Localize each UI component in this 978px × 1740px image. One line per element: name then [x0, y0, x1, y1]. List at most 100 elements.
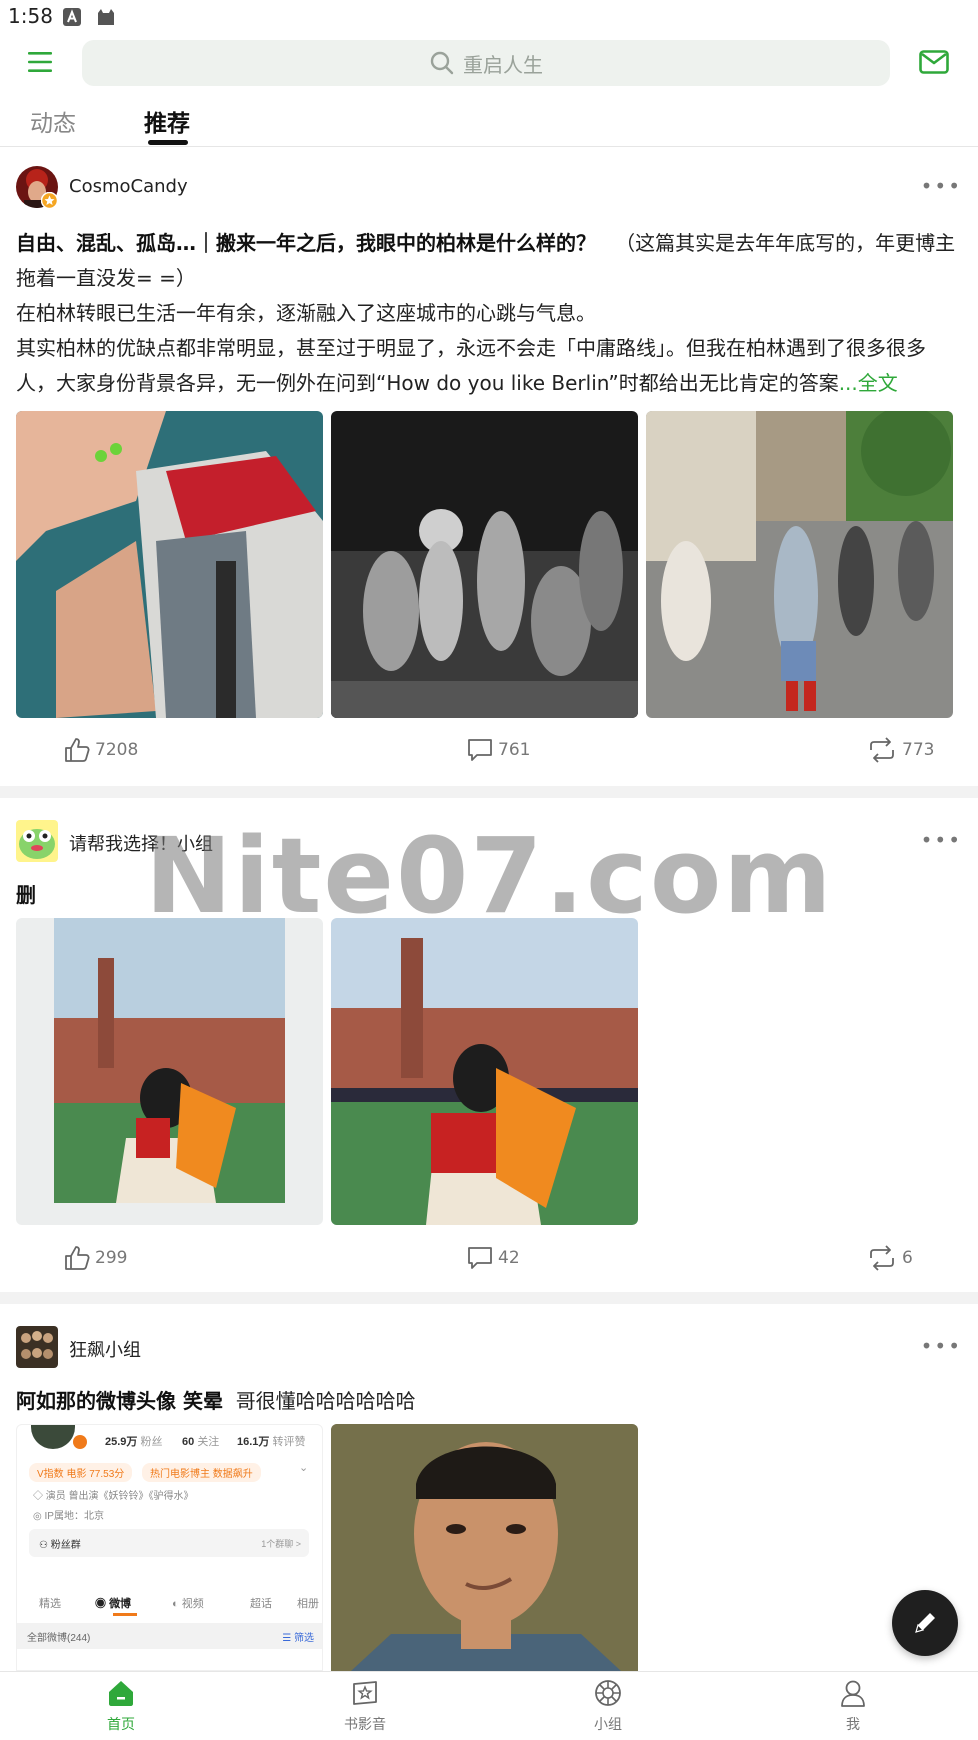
profile-tab-supertopic: 超话 [250, 1598, 272, 1610]
following-count: 60 [182, 1436, 195, 1448]
group-avatar[interactable] [16, 820, 58, 862]
v-index-tag: V指数 电影 77.53分 [29, 1463, 133, 1482]
active-tab-indicator [148, 140, 188, 145]
search-input[interactable]: 重启人生 [82, 40, 890, 86]
post-title: 自由、混乱、孤岛…｜搬来一年之后，我眼中的柏林是什么样的？ [16, 231, 596, 255]
repost-icon [870, 737, 894, 763]
comment-count: 42 [498, 1248, 520, 1268]
comment-button[interactable]: 42 [466, 1244, 520, 1272]
repost-icon [870, 1245, 894, 1271]
repost-button[interactable]: 6 [866, 1244, 913, 1272]
tab-dynamic[interactable]: 动态 [30, 104, 76, 138]
nav-books-label: 书影音 [344, 1717, 386, 1733]
ip-location: IP属地：北京 [44, 1511, 104, 1522]
home-icon [109, 1681, 133, 1706]
verified-v-icon [73, 1435, 87, 1449]
keyboard-a-icon [63, 8, 81, 26]
post-header: CosmoCandy ••• [16, 166, 962, 209]
status-bar: 1:58 [0, 0, 978, 32]
nav-books-movies-music[interactable]: 书影音 [305, 1678, 425, 1734]
feed-post[interactable]: CosmoCandy ••• 自由、混乱、孤岛…｜搬来一年之后，我眼中的柏林是什… [0, 166, 978, 776]
post-body-line: 在柏林转眼已生活一年有余，逐渐融入了这座城市的心跳与气息。 [16, 301, 596, 325]
hamburger-icon [28, 52, 52, 72]
more-options-button[interactable]: ••• [921, 828, 962, 852]
actor-info: 演员 曾出演《妖铃铃》《驴得水》 [45, 1491, 194, 1502]
more-options-button[interactable]: ••• [921, 174, 962, 198]
post-body-line: 其实柏林的优缺点都非常明显，甚至过于明显了，永远不会走「中庸路线」。但我在柏林遇… [16, 336, 926, 395]
author-name[interactable]: CosmoCandy [69, 176, 188, 197]
post-image[interactable]: 25.9万 粉丝 60 关注 16.1万 转评赞 V指数 电影 77.53分 热… [16, 1424, 323, 1671]
cat-icon [98, 9, 114, 25]
compose-button[interactable] [892, 1590, 958, 1656]
feed-tabs: 动态 推荐 [0, 92, 978, 147]
post-body: 删 [16, 883, 36, 907]
profile-tab-featured: 精选 [39, 1598, 61, 1610]
post-text: 阿如那的微博头像 笑晕 哥很懂哈哈哈哈哈哈 [16, 1384, 962, 1419]
post-divider [0, 786, 978, 798]
mail-icon [919, 50, 949, 74]
like-button[interactable]: 299 [63, 1244, 127, 1272]
status-time: 1:58 [8, 4, 53, 28]
read-more-link[interactable]: ...全文 [839, 371, 898, 395]
nav-home-label: 首页 [107, 1717, 135, 1733]
ticket-star-icon [353, 1681, 377, 1705]
followers-count: 25.9万 [105, 1436, 138, 1448]
fan-group-label: 粉丝群 [50, 1540, 81, 1551]
expand-chevron-icon: ⌄ [299, 1462, 309, 1474]
nav-me[interactable]: 我 [793, 1678, 913, 1734]
group-avatar[interactable] [16, 1326, 58, 1368]
like-count: 299 [95, 1248, 128, 1268]
post-image[interactable] [16, 918, 323, 1225]
following-label: 关注 [197, 1436, 220, 1448]
groups-icon [595, 1680, 621, 1706]
post-title: 阿如那的微博头像 笑晕 [16, 1389, 223, 1413]
post-image[interactable] [646, 411, 953, 718]
hot-blogger-tag: 热门电影博主 数据飙升 [142, 1463, 261, 1482]
verified-badge-icon [41, 192, 58, 209]
comment-icon [468, 1247, 492, 1269]
filter-label: 筛选 [294, 1633, 314, 1644]
fan-group-row: ⚇ 粉丝群 1个群聊 > [29, 1529, 309, 1557]
pencil-icon [915, 1613, 935, 1633]
repost-count: 773 [902, 740, 935, 760]
post-header: 狂飙小组 ••• [16, 1326, 962, 1368]
reposts-likes-count: 16.1万 [237, 1436, 270, 1448]
nav-groups[interactable]: 小组 [548, 1678, 668, 1734]
comment-button[interactable]: 761 [466, 736, 530, 764]
bottom-nav: 首页 书影音 小组 我 [0, 1671, 978, 1740]
more-options-button[interactable]: ••• [921, 1334, 962, 1358]
search-icon [430, 51, 454, 75]
post-text: 自由、混乱、孤岛…｜搬来一年之后，我眼中的柏林是什么样的？ （这篇其实是去年年底… [16, 226, 962, 401]
weibo-list-header: 全部微博(244) ☰ 筛选 [17, 1623, 322, 1649]
like-button[interactable]: 7208 [63, 736, 138, 764]
nav-groups-label: 小组 [594, 1717, 622, 1733]
nav-me-label: 我 [846, 1717, 860, 1733]
tab-recommend[interactable]: 推荐 [144, 104, 190, 138]
reposts-likes-label: 转评赞 [272, 1436, 306, 1448]
messages-button[interactable] [916, 44, 952, 80]
thumbs-up-icon [65, 738, 90, 762]
post-image[interactable] [331, 1424, 638, 1671]
nav-home[interactable]: 首页 [61, 1678, 181, 1734]
profile-tab-weibo: 微博 [109, 1598, 132, 1610]
profile-avatar-image [31, 1425, 75, 1449]
all-weibo-count: 全部微博(244) [27, 1633, 91, 1644]
fan-group-count: 1个群聊 > [261, 1539, 301, 1549]
comment-icon [468, 739, 492, 761]
post-body: 哥很懂哈哈哈哈哈哈 [235, 1389, 416, 1413]
feed-post[interactable]: 狂飙小组 ••• 阿如那的微博头像 笑晕 哥很懂哈哈哈哈哈哈 25.9万 粉丝 … [0, 1326, 978, 1671]
post-divider [0, 1292, 978, 1304]
group-name[interactable]: 狂飙小组 [69, 1336, 141, 1362]
post-actions: 7208 761 773 [0, 736, 978, 776]
profile-tab-album: 相册 [297, 1598, 319, 1610]
post-image[interactable] [331, 411, 638, 718]
profile-tab-indicator [113, 1613, 137, 1616]
watermark: Nite07.com [145, 815, 834, 937]
post-image[interactable] [331, 918, 638, 1225]
post-image[interactable] [16, 411, 323, 718]
profile-icon [841, 1680, 865, 1707]
repost-button[interactable]: 773 [866, 736, 934, 764]
top-bar: 重启人生 [0, 34, 978, 90]
menu-button[interactable] [22, 44, 58, 80]
profile-tab-video: 视频 [181, 1598, 204, 1610]
